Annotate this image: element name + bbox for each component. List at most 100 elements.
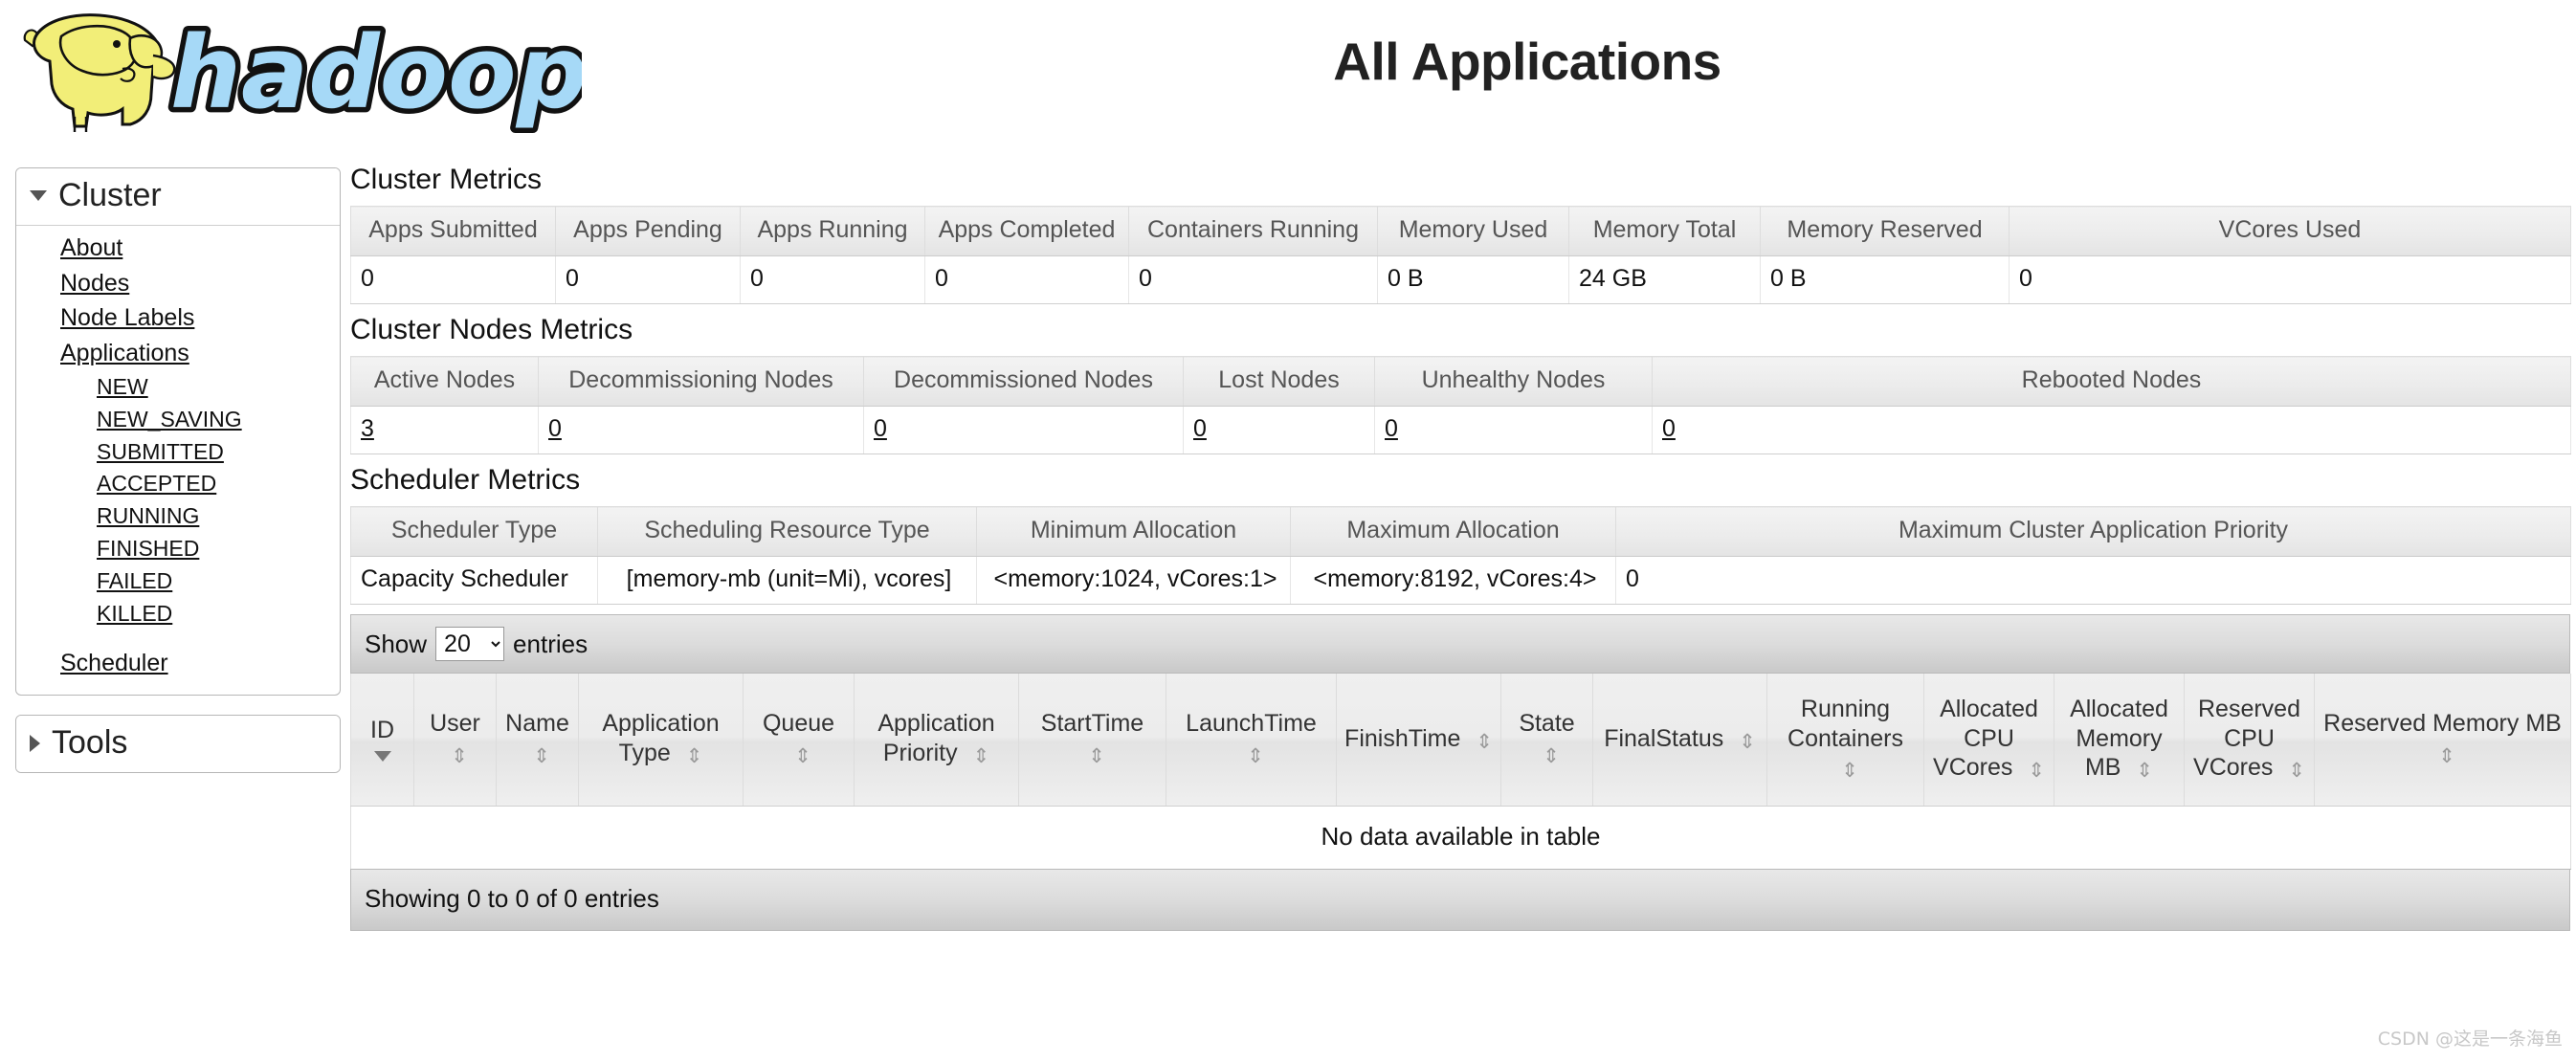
val-active-nodes: 3 (350, 406, 539, 454)
col-id-label: ID (370, 717, 394, 743)
unhealthy-nodes-link[interactable]: 0 (1385, 415, 1398, 442)
val-minimum-allocation: <memory:1024, vCores:1> (976, 556, 1291, 605)
sort-both-icon: ⇕ (685, 744, 703, 767)
col-scheduling-resource-type: Scheduling Resource Type (597, 506, 977, 557)
sidebar-section-cluster: Cluster About Nodes Node Labels Applicat… (15, 167, 341, 696)
watermark: CSDN @这是一条海鱼 (2377, 1029, 2563, 1050)
col-allocated-memory-mb[interactable]: Allocated Memory MB ⇕ (2054, 674, 2185, 807)
col-application-type[interactable]: Application Type ⇕ (578, 674, 744, 807)
col-launchtime[interactable]: LaunchTime ⇕ (1166, 674, 1337, 807)
col-id[interactable]: ID (350, 674, 414, 807)
active-nodes-link[interactable]: 3 (361, 415, 374, 442)
table-row: Capacity Scheduler [memory-mb (unit=Mi),… (350, 556, 2571, 605)
decommissioned-nodes-link[interactable]: 0 (874, 415, 887, 442)
col-finishtime[interactable]: FinishTime ⇕ (1336, 674, 1501, 807)
decommissioning-nodes-link[interactable]: 0 (548, 415, 562, 442)
col-scheduler-type: Scheduler Type (350, 506, 598, 557)
sort-both-icon: ⇕ (1247, 744, 1264, 767)
sidebar-item-nodes[interactable]: Nodes (16, 267, 340, 302)
col-minimum-allocation: Minimum Allocation (976, 506, 1291, 557)
main-content: Cluster Metrics Apps Submitted Apps Pend… (341, 148, 2576, 931)
col-finalstatus[interactable]: FinalStatus ⇕ (1592, 674, 1767, 807)
sidebar: Cluster About Nodes Node Labels Applicat… (0, 148, 341, 792)
val-memory-used: 0 B (1377, 255, 1569, 304)
sort-both-icon: ⇕ (2288, 760, 2305, 782)
col-reserved-cpu-vcores[interactable]: Reserved CPU VCores ⇕ (2184, 674, 2315, 807)
sidebar-tools-header[interactable]: Tools (16, 716, 340, 772)
sidebar-item-state-new-saving[interactable]: NEW_SAVING (16, 404, 340, 436)
sidebar-section-tools: Tools (15, 715, 341, 773)
col-queue[interactable]: Queue ⇕ (743, 674, 855, 807)
sidebar-cluster-header[interactable]: Cluster (16, 168, 340, 226)
sort-desc-icon (373, 750, 391, 762)
applications-datatable: Show 20 40 60 80 100 entries (350, 614, 2571, 931)
col-user-label: User (430, 710, 480, 738)
col-starttime-label: StartTime (1040, 710, 1144, 738)
table-header-row: Scheduler Type Scheduling Resource Type … (350, 506, 2571, 557)
sidebar-tools-label: Tools (52, 724, 128, 761)
table-empty-row: No data available in table (350, 806, 2571, 870)
page-header: hadoop hadoop All Applications (0, 0, 2576, 148)
col-active-nodes: Active Nodes (350, 356, 539, 407)
lost-nodes-link[interactable]: 0 (1193, 415, 1207, 442)
col-decommissioned-nodes: Decommissioned Nodes (863, 356, 1184, 407)
col-running-containers-label: Running Containers (1788, 696, 1903, 752)
val-vcores-used: 0 (2009, 255, 2571, 304)
col-apps-submitted: Apps Submitted (350, 206, 556, 256)
sidebar-cluster-label: Cluster (58, 177, 162, 213)
sidebar-item-state-running[interactable]: RUNNING (16, 500, 340, 533)
val-scheduler-type: Capacity Scheduler (350, 556, 598, 605)
sidebar-item-state-killed[interactable]: KILLED (16, 598, 340, 631)
sidebar-item-scheduler[interactable]: Scheduler (16, 647, 340, 682)
sort-both-icon: ⇕ (1543, 744, 1560, 767)
table-header-row: Apps Submitted Apps Pending Apps Running… (350, 206, 2571, 256)
sidebar-item-state-accepted[interactable]: ACCEPTED (16, 468, 340, 500)
page-size-select[interactable]: 20 40 60 80 100 (435, 627, 505, 661)
col-apps-pending: Apps Pending (555, 206, 741, 256)
table-header-row: ID User ⇕ Name ⇕ Application Type ⇕ Queu… (350, 674, 2571, 807)
scheduler-metrics-title: Scheduler Metrics (350, 464, 581, 496)
sidebar-item-node-labels[interactable]: Node Labels (16, 301, 340, 337)
col-running-containers[interactable]: Running Containers ⇕ (1766, 674, 1924, 807)
val-apps-running: 0 (740, 255, 925, 304)
col-decommissioning-nodes: Decommissioning Nodes (538, 356, 864, 407)
col-user[interactable]: User ⇕ (413, 674, 497, 807)
table-row: 3 0 0 0 0 0 (350, 406, 2571, 454)
col-reserved-cpu-vcores-label: Reserved CPU VCores (2193, 696, 2300, 781)
col-state[interactable]: State ⇕ (1500, 674, 1593, 807)
chevron-right-icon (30, 734, 40, 752)
sidebar-item-state-failed[interactable]: FAILED (16, 565, 340, 598)
entries-label: entries (513, 629, 588, 658)
val-apps-completed: 0 (924, 255, 1129, 304)
cluster-nodes-metrics-table: Active Nodes Decommissioning Nodes Decom… (350, 356, 2571, 454)
col-allocated-cpu-vcores-label: Allocated CPU VCores (1933, 696, 2038, 781)
col-containers-running: Containers Running (1128, 206, 1378, 256)
col-finalstatus-label: FinalStatus (1604, 724, 1724, 752)
val-apps-submitted: 0 (350, 255, 556, 304)
col-name[interactable]: Name ⇕ (496, 674, 579, 807)
cluster-nodes-metrics-title: Cluster Nodes Metrics (350, 314, 633, 345)
col-memory-total: Memory Total (1568, 206, 1761, 256)
sort-both-icon: ⇕ (1476, 730, 1493, 753)
val-apps-pending: 0 (555, 255, 741, 304)
sort-both-icon: ⇕ (1088, 744, 1105, 767)
col-reserved-memory-mb[interactable]: Reserved Memory MB ⇕ (2314, 674, 2571, 807)
col-allocated-cpu-vcores[interactable]: Allocated CPU VCores ⇕ (1923, 674, 2054, 807)
col-finishtime-label: FinishTime (1344, 724, 1461, 752)
sidebar-item-state-new[interactable]: NEW (16, 371, 340, 404)
empty-message: No data available in table (350, 806, 2571, 870)
col-starttime[interactable]: StartTime ⇕ (1018, 674, 1166, 807)
val-unhealthy-nodes: 0 (1374, 406, 1653, 454)
col-launchtime-label: LaunchTime (1186, 710, 1317, 738)
col-unhealthy-nodes: Unhealthy Nodes (1374, 356, 1653, 407)
sidebar-item-applications[interactable]: Applications (16, 337, 340, 372)
col-max-cluster-app-priority: Maximum Cluster Application Priority (1615, 506, 2571, 557)
sidebar-item-state-finished[interactable]: FINISHED (16, 533, 340, 565)
rebooted-nodes-link[interactable]: 0 (1662, 415, 1676, 442)
sidebar-item-state-submitted[interactable]: SUBMITTED (16, 436, 340, 469)
sidebar-cluster-body: About Nodes Node Labels Applications NEW… (16, 226, 340, 695)
val-memory-reserved: 0 B (1760, 255, 2010, 304)
sidebar-item-about[interactable]: About (16, 232, 340, 267)
sort-both-icon: ⇕ (972, 744, 990, 767)
col-application-priority[interactable]: Application Priority ⇕ (854, 674, 1019, 807)
